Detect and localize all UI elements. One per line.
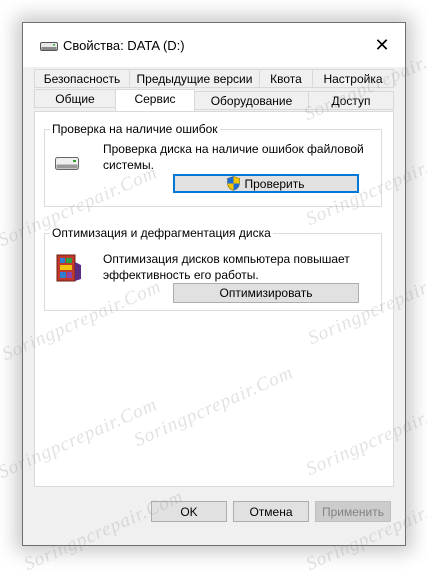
optimize-title: Оптимизация и дефрагментация диска	[50, 226, 273, 240]
tab-label: Настройка	[323, 72, 383, 86]
cancel-button[interactable]: Отмена	[233, 501, 309, 522]
tab-label: Безопасность	[43, 72, 121, 86]
close-icon: ✕	[374, 34, 390, 55]
tab-previous-versions[interactable]: Предыдущие версии	[129, 69, 260, 88]
ok-button-label: OK	[180, 504, 198, 519]
title-bar: Свойства: DATA (D:) ✕	[23, 23, 405, 67]
tab-strip: Безопасность Предыдущие версии Квота Нас…	[23, 67, 405, 111]
tab-sharing[interactable]: Доступ	[308, 91, 394, 110]
tab-hardware[interactable]: Оборудование	[194, 91, 309, 110]
apply-button[interactable]: Применить	[315, 501, 391, 522]
error-check-title: Проверка на наличие ошибок	[50, 122, 220, 136]
error-check-group: Проверка на наличие ошибок Проверка диск…	[44, 122, 382, 207]
window-title: Свойства: DATA (D:)	[63, 38, 185, 53]
optimize-group: Оптимизация и дефрагментация диска Оптим…	[44, 226, 382, 311]
properties-dialog: Свойства: DATA (D:) ✕ Безопасность Преды…	[22, 22, 406, 546]
tab-label: Сервис	[134, 92, 176, 106]
check-button[interactable]: Проверить	[173, 174, 359, 193]
close-button[interactable]: ✕	[359, 23, 405, 67]
tab-label: Общие	[55, 92, 95, 106]
tools-panel: Проверка на наличие ошибок Проверка диск…	[34, 111, 394, 487]
tab-customize[interactable]: Настройка	[312, 69, 394, 88]
tab-security[interactable]: Безопасность	[34, 69, 130, 88]
tab-label: Доступ	[331, 94, 371, 108]
optimize-button-label: Оптимизировать	[219, 286, 313, 300]
uac-shield-icon	[227, 176, 241, 191]
drive-icon	[40, 42, 58, 51]
tab-quota[interactable]: Квота	[259, 69, 313, 88]
tab-label: Оборудование	[210, 94, 293, 108]
tab-tools[interactable]: Сервис	[115, 89, 195, 111]
optimize-description: Оптимизация дисков компьютера повышает э…	[103, 252, 350, 282]
tab-general[interactable]: Общие	[34, 89, 116, 108]
hard-drive-icon	[55, 157, 79, 170]
cancel-button-label: Отмена	[249, 504, 293, 519]
check-button-label: Проверить	[244, 176, 305, 191]
defrag-icon	[56, 254, 81, 282]
error-check-description: Проверка диска на наличие ошибок файлово…	[103, 142, 364, 172]
tab-label: Квота	[270, 72, 302, 86]
optimize-button[interactable]: Оптимизировать	[173, 283, 359, 303]
tab-label: Предыдущие версии	[136, 72, 253, 86]
ok-button[interactable]: OK	[151, 501, 227, 522]
apply-button-label: Применить	[321, 504, 384, 519]
